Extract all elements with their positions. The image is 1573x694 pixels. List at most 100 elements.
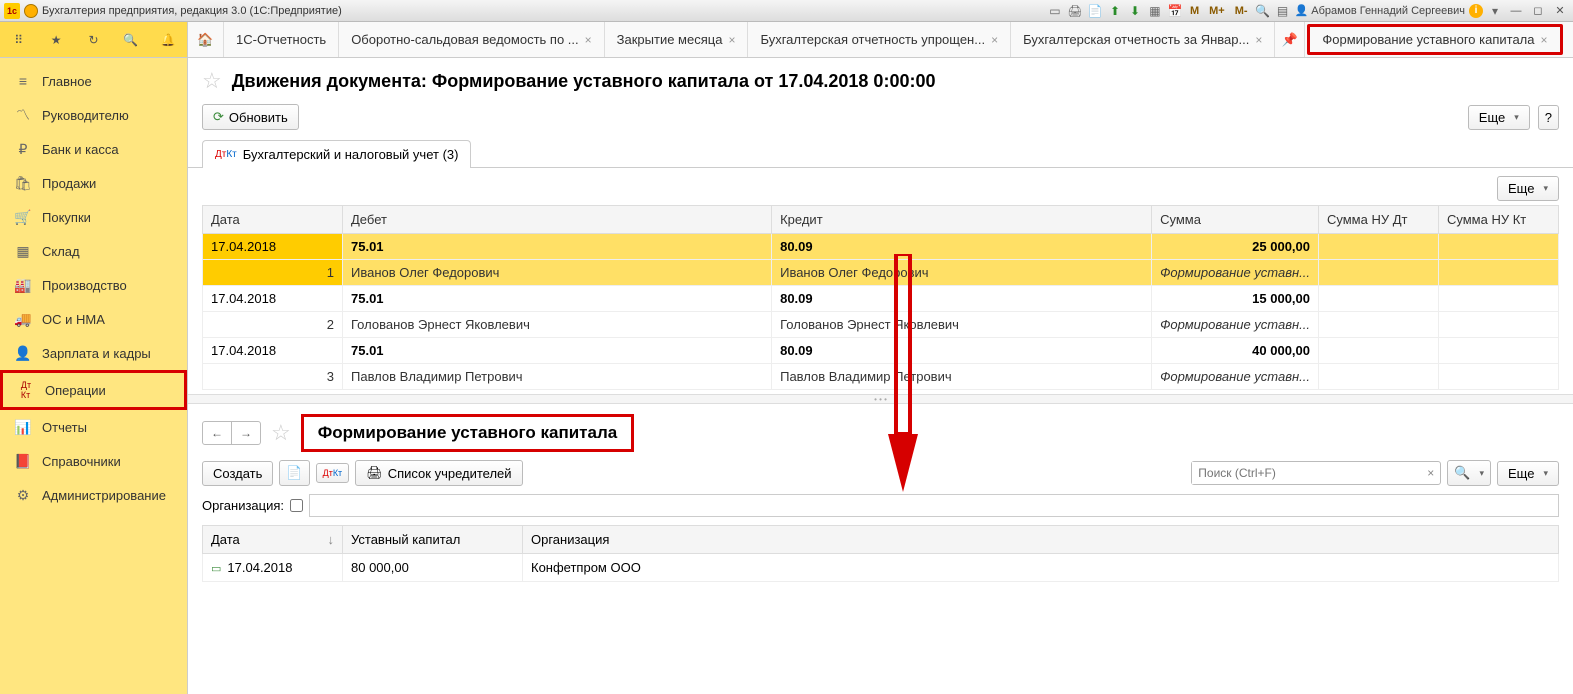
tab-1[interactable]: 1С-Отчетность bbox=[224, 22, 339, 57]
tab-close-icon[interactable]: × bbox=[1255, 33, 1262, 47]
forward-button[interactable]: → bbox=[232, 422, 260, 444]
chart-icon: 〽 bbox=[14, 106, 32, 124]
sidebar-item-warehouse[interactable]: ▦Склад bbox=[0, 234, 187, 268]
sidebar-item-reports[interactable]: 📊Отчеты bbox=[0, 410, 187, 444]
copy-button[interactable]: 📄 bbox=[279, 460, 309, 486]
dtkt-button[interactable]: ДтКт bbox=[316, 463, 350, 483]
bars-icon: 📊 bbox=[14, 418, 32, 436]
sidebar-item-production[interactable]: 🏭Производство bbox=[0, 268, 187, 302]
panel-more-button[interactable]: Еще bbox=[1497, 176, 1559, 201]
document-icon: ▭ bbox=[211, 563, 221, 575]
star-icon[interactable]: ★ bbox=[46, 30, 66, 50]
col-sum-nu-dt[interactable]: Сумма НУ Дт bbox=[1319, 206, 1439, 234]
m-plus-button[interactable]: M+ bbox=[1206, 5, 1228, 17]
col-debit[interactable]: Дебет bbox=[343, 206, 772, 234]
help-button[interactable]: ? bbox=[1538, 105, 1559, 130]
lower-toolbar: Создать 📄 ДтКт 🖨 Список учредителей × 🔍 … bbox=[202, 460, 1559, 486]
sidebar-item-sales[interactable]: 🛍Продажи bbox=[0, 166, 187, 200]
close-button[interactable]: ✕ bbox=[1551, 4, 1569, 17]
document-toolbar: ⟳Обновить Еще ? bbox=[188, 100, 1573, 140]
sidebar-item-assets[interactable]: 🚚ОС и НМА bbox=[0, 302, 187, 336]
m-minus-button[interactable]: M- bbox=[1232, 5, 1251, 17]
tabs: 🏠 1С-Отчетность Оборотно-сальдовая ведом… bbox=[188, 22, 1573, 57]
col2-date[interactable]: Дата↓ bbox=[203, 526, 343, 554]
sidebar-item-operations[interactable]: ДтКтОперации bbox=[0, 370, 187, 410]
col2-capital[interactable]: Уставный капитал bbox=[343, 526, 523, 554]
sidebar-item-main[interactable]: ≡Главное bbox=[0, 64, 187, 98]
refresh-button[interactable]: ⟳Обновить bbox=[202, 104, 299, 130]
table-row[interactable]: 17.04.201875.0180.0925 000,00 bbox=[203, 234, 1559, 260]
favorite-star-icon[interactable]: ☆ bbox=[271, 420, 291, 446]
col-sum-nu-kt[interactable]: Сумма НУ Кт bbox=[1439, 206, 1559, 234]
sidebar-item-salary[interactable]: 👤Зарплата и кадры bbox=[0, 336, 187, 370]
col-credit[interactable]: Кредит bbox=[772, 206, 1152, 234]
m-button[interactable]: M bbox=[1187, 5, 1202, 17]
bell-icon[interactable]: 🔔 bbox=[158, 30, 178, 50]
transactions-panel: Еще Дата Дебет Кредит Сумма Сумма НУ Дт … bbox=[188, 168, 1573, 394]
table-row[interactable]: 17.04.201875.0180.0940 000,00 bbox=[203, 338, 1559, 364]
tab-close-icon[interactable]: × bbox=[728, 33, 735, 47]
maximize-button[interactable]: ◻ bbox=[1529, 4, 1547, 17]
search-button[interactable]: 🔍 bbox=[1447, 460, 1491, 486]
calc-icon[interactable]: ▦ bbox=[1147, 3, 1163, 19]
doc-icon[interactable]: 📄 bbox=[1087, 3, 1103, 19]
tab-2[interactable]: Оборотно-сальдовая ведомость по ...× bbox=[339, 22, 604, 57]
export-icon[interactable]: ⬇ bbox=[1127, 3, 1143, 19]
sidebar-item-bank[interactable]: ₽Банк и касса bbox=[0, 132, 187, 166]
col-date[interactable]: Дата bbox=[203, 206, 343, 234]
table-row[interactable]: 17.04.201875.0180.0915 000,00 bbox=[203, 286, 1559, 312]
bag-icon: 🛍 bbox=[14, 174, 32, 192]
info-icon[interactable]: i bbox=[1469, 4, 1483, 18]
zoom-icon[interactable]: 🔍 bbox=[1255, 3, 1271, 19]
ruble-icon: ₽ bbox=[14, 140, 32, 158]
sidebar-item-purchases[interactable]: 🛒Покупки bbox=[0, 200, 187, 234]
org-input[interactable] bbox=[309, 494, 1559, 517]
col-sum[interactable]: Сумма bbox=[1152, 206, 1319, 234]
back-button[interactable]: ← bbox=[203, 422, 232, 444]
history-icon[interactable]: ↻ bbox=[83, 30, 103, 50]
accounting-tab[interactable]: ДтКтБухгалтерский и налоговый учет (3) bbox=[202, 140, 471, 168]
app-menu-dropdown[interactable] bbox=[24, 4, 38, 18]
grid-icon[interactable]: ▤ bbox=[1275, 3, 1291, 19]
org-checkbox[interactable] bbox=[290, 499, 303, 512]
minimize-button[interactable]: — bbox=[1507, 5, 1525, 17]
dropdown-icon[interactable]: ▾ bbox=[1487, 3, 1503, 19]
tab-3[interactable]: Закрытие месяца× bbox=[605, 22, 749, 57]
tab-close-icon[interactable]: × bbox=[991, 33, 998, 47]
cart-icon: 🛒 bbox=[14, 208, 32, 226]
print-icon[interactable]: 🖨 bbox=[1067, 3, 1083, 19]
tab-active[interactable]: Формирование уставного капитала× bbox=[1307, 24, 1562, 55]
title-bar: 1c Бухгалтерия предприятия, редакция 3.0… bbox=[0, 0, 1573, 22]
sidebar-item-directories[interactable]: 📕Справочники bbox=[0, 444, 187, 478]
search-input[interactable] bbox=[1192, 462, 1421, 484]
table-row-detail[interactable]: 1Иванов Олег ФедоровичИванов Олег Федоро… bbox=[203, 260, 1559, 286]
truck-icon: 🚚 bbox=[14, 310, 32, 328]
sidebar-item-manager[interactable]: 〽Руководителю bbox=[0, 98, 187, 132]
tab-close-icon[interactable]: × bbox=[585, 33, 592, 47]
table-row-detail[interactable]: 2Голованов Эрнест ЯковлевичГолованов Эрн… bbox=[203, 312, 1559, 338]
founders-button[interactable]: 🖨 Список учредителей bbox=[355, 460, 522, 486]
app-logo: 1c bbox=[4, 3, 20, 19]
toolbar-icon-1[interactable]: ▭ bbox=[1047, 3, 1063, 19]
user-name[interactable]: 👤 Абрамов Геннадий Сергеевич bbox=[1295, 4, 1465, 17]
create-button[interactable]: Создать bbox=[202, 461, 273, 486]
tab-4[interactable]: Бухгалтерская отчетность упрощен...× bbox=[748, 22, 1011, 57]
tab-close-icon[interactable]: × bbox=[1541, 33, 1548, 47]
search-tool-icon[interactable]: 🔍 bbox=[121, 30, 141, 50]
excel-icon[interactable]: ⬆ bbox=[1107, 3, 1123, 19]
tab-pin[interactable]: 📌 bbox=[1275, 22, 1305, 57]
more-button[interactable]: Еще bbox=[1468, 105, 1530, 130]
lower-more-button[interactable]: Еще bbox=[1497, 461, 1559, 486]
splitter[interactable]: • • • bbox=[188, 394, 1573, 404]
calendar-icon[interactable]: 📅 bbox=[1167, 3, 1183, 19]
col2-org[interactable]: Организация bbox=[523, 526, 1559, 554]
table-row[interactable]: ▭17.04.2018 80 000,00 Конфетпром ООО bbox=[203, 554, 1559, 582]
sidebar-item-admin[interactable]: ⚙Администрирование bbox=[0, 478, 187, 512]
tab-5[interactable]: Бухгалтерская отчетность за Январ...× bbox=[1011, 22, 1275, 57]
favorite-star-icon[interactable]: ☆ bbox=[202, 68, 222, 94]
search-clear-icon[interactable]: × bbox=[1421, 466, 1440, 480]
apps-icon[interactable]: ⠿ bbox=[9, 30, 29, 50]
tab-home[interactable]: 🏠 bbox=[188, 22, 224, 57]
table-row-detail[interactable]: 3Павлов Владимир ПетровичПавлов Владимир… bbox=[203, 364, 1559, 390]
toolbox: ⠿ ★ ↻ 🔍 🔔 bbox=[0, 22, 188, 57]
